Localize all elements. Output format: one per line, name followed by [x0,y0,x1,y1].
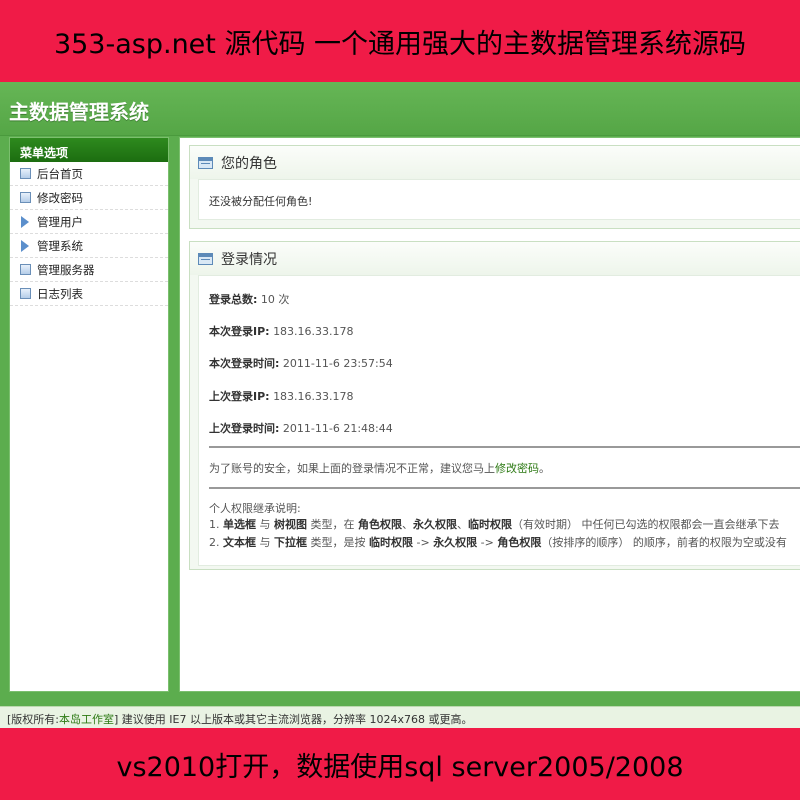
sidebar-item-label: 管理服务器 [37,262,95,277]
sidebar-item-manage-system[interactable]: 管理系统 [10,234,168,258]
role-panel-body: 还没被分配任何角色! [198,179,800,220]
app-header: 主数据管理系统 [0,82,800,136]
last-ip-row: 上次登录IP: 183.16.33.178 [209,388,354,404]
last-time-label: 上次登录时间: [209,422,280,435]
square-icon [20,168,31,179]
square-icon [20,264,31,275]
bottom-banner-text: vs2010打开，数据使用sql server2005/2008 [116,751,684,783]
term: 永久权限 [433,536,478,549]
top-banner: 353-asp.net 源代码 一个通用强大的主数据管理系统源码 [0,0,800,82]
last-time-value: 2011-11-6 21:48:44 [282,422,393,435]
text: -> [477,536,498,549]
role-message: 还没被分配任何角色! [209,195,313,208]
divider [209,446,800,448]
square-icon [20,288,31,299]
login-panel: 登录情况 登录总数: 10 次 本次登录IP: 183.16.33.178 本次… [189,241,800,570]
login-total-value: 10 次 [260,293,290,306]
role-panel: 您的角色 还没被分配任何角色! [189,145,800,229]
current-time-row: 本次登录时间: 2011-11-6 23:57:54 [209,355,393,371]
bottom-banner: vs2010打开，数据使用sql server2005/2008 [0,728,800,800]
text: 、 [402,518,413,531]
role-panel-header: 您的角色 [190,146,800,179]
current-ip-value: 183.16.33.178 [273,325,354,338]
sidebar-item-home[interactable]: 后台首页 [10,162,168,186]
text: 、 [457,518,468,531]
footer: [版权所有:本岛工作室] 建议使用 IE7 以上版本或其它主流浏览器，分辨率 1… [0,706,800,728]
term: 永久权限 [413,518,457,531]
term: 临时权限 [369,536,413,549]
term: 临时权限 [468,518,512,531]
sidebar-item-log-list[interactable]: 日志列表 [10,282,168,306]
text: 类型，是按 [307,536,369,549]
change-password-link[interactable]: 修改密码 [495,462,539,475]
text: -> [413,536,434,549]
line-number: 2. [209,536,220,549]
login-total-label: 登录总数: [209,293,258,306]
current-ip-label: 本次登录IP: [209,325,270,338]
term: 文本框 [223,536,256,549]
triangle-icon [21,215,29,228]
term: 单选框 [223,518,256,531]
permission-line-1: 1. 单选框 与 树视图 类型，在 角色权限、永久权限、临时权限（有效时期） 中… [209,516,780,532]
current-time-label: 本次登录时间: [209,357,280,370]
sidebar-item-label: 后台首页 [37,166,83,181]
app-window: 主数据管理系统 菜单选项 后台首页 修改密码 管理用户 管理系统 管理服务器 日… [0,82,800,728]
sidebar-item-label: 管理用户 [37,214,83,229]
term: 树视图 [274,518,307,531]
sidebar-item-label: 管理系统 [37,238,83,253]
term: 角色权限 [497,536,542,549]
text: 与 [256,536,274,549]
current-time-value: 2011-11-6 23:57:54 [282,357,393,370]
top-banner-text: 353-asp.net 源代码 一个通用强大的主数据管理系统源码 [53,28,747,60]
permission-title: 个人权限继承说明: [209,502,301,515]
main-content: 您的角色 还没被分配任何角色! 登录情况 登录总数: 10 次 本次登录IP: … [179,137,800,692]
sidebar: 菜单选项 后台首页 修改密码 管理用户 管理系统 管理服务器 日志列表 [9,137,169,692]
permission-line-2: 2. 文本框 与 下拉框 类型，是按 临时权限 -> 永久权限 -> 角色权限（… [209,534,787,550]
sidebar-item-label: 日志列表 [37,286,83,301]
login-panel-header: 登录情况 [190,242,800,275]
security-notice: 为了账号的安全，如果上面的登录情况不正常，建议您马上修改密码。 [209,460,550,476]
text: 类型，在 [307,518,358,531]
window-icon [198,156,213,169]
text: 与 [256,518,274,531]
divider [209,487,800,489]
login-panel-body: 登录总数: 10 次 本次登录IP: 183.16.33.178 本次登录时间:… [198,275,800,566]
text: （有效时期） 中任何已勾选的权限都会一直会继承下去 [512,518,780,531]
role-panel-title: 您的角色 [221,155,277,172]
term: 下拉框 [274,536,307,549]
square-icon [20,192,31,203]
sidebar-header: 菜单选项 [10,138,168,162]
last-time-row: 上次登录时间: 2011-11-6 21:48:44 [209,420,393,436]
window-icon [198,252,213,265]
line-number: 1. [209,518,220,531]
login-panel-title: 登录情况 [221,251,277,268]
app-title: 主数据管理系统 [9,100,149,124]
sidebar-item-manage-users[interactable]: 管理用户 [10,210,168,234]
footer-author-link[interactable]: 本岛工作室 [59,713,114,726]
term: 角色权限 [358,518,402,531]
last-ip-value: 183.16.33.178 [273,390,354,403]
triangle-icon [21,239,29,252]
text: （按排序的顺序） 的顺序，前者的权限为空或没有 [541,536,787,549]
footer-prefix: [版权所有: [7,713,59,726]
sidebar-item-manage-servers[interactable]: 管理服务器 [10,258,168,282]
sidebar-item-label: 修改密码 [37,190,83,205]
security-end: 。 [539,462,550,475]
current-ip-row: 本次登录IP: 183.16.33.178 [209,323,354,339]
last-ip-label: 上次登录IP: [209,390,270,403]
footer-suffix: ] 建议使用 IE7 以上版本或其它主流浏览器，分辨率 1024x768 或更高… [114,713,473,726]
security-text: 为了账号的安全，如果上面的登录情况不正常，建议您马上 [209,462,495,475]
login-total-row: 登录总数: 10 次 [209,291,289,307]
sidebar-item-change-password[interactable]: 修改密码 [10,186,168,210]
